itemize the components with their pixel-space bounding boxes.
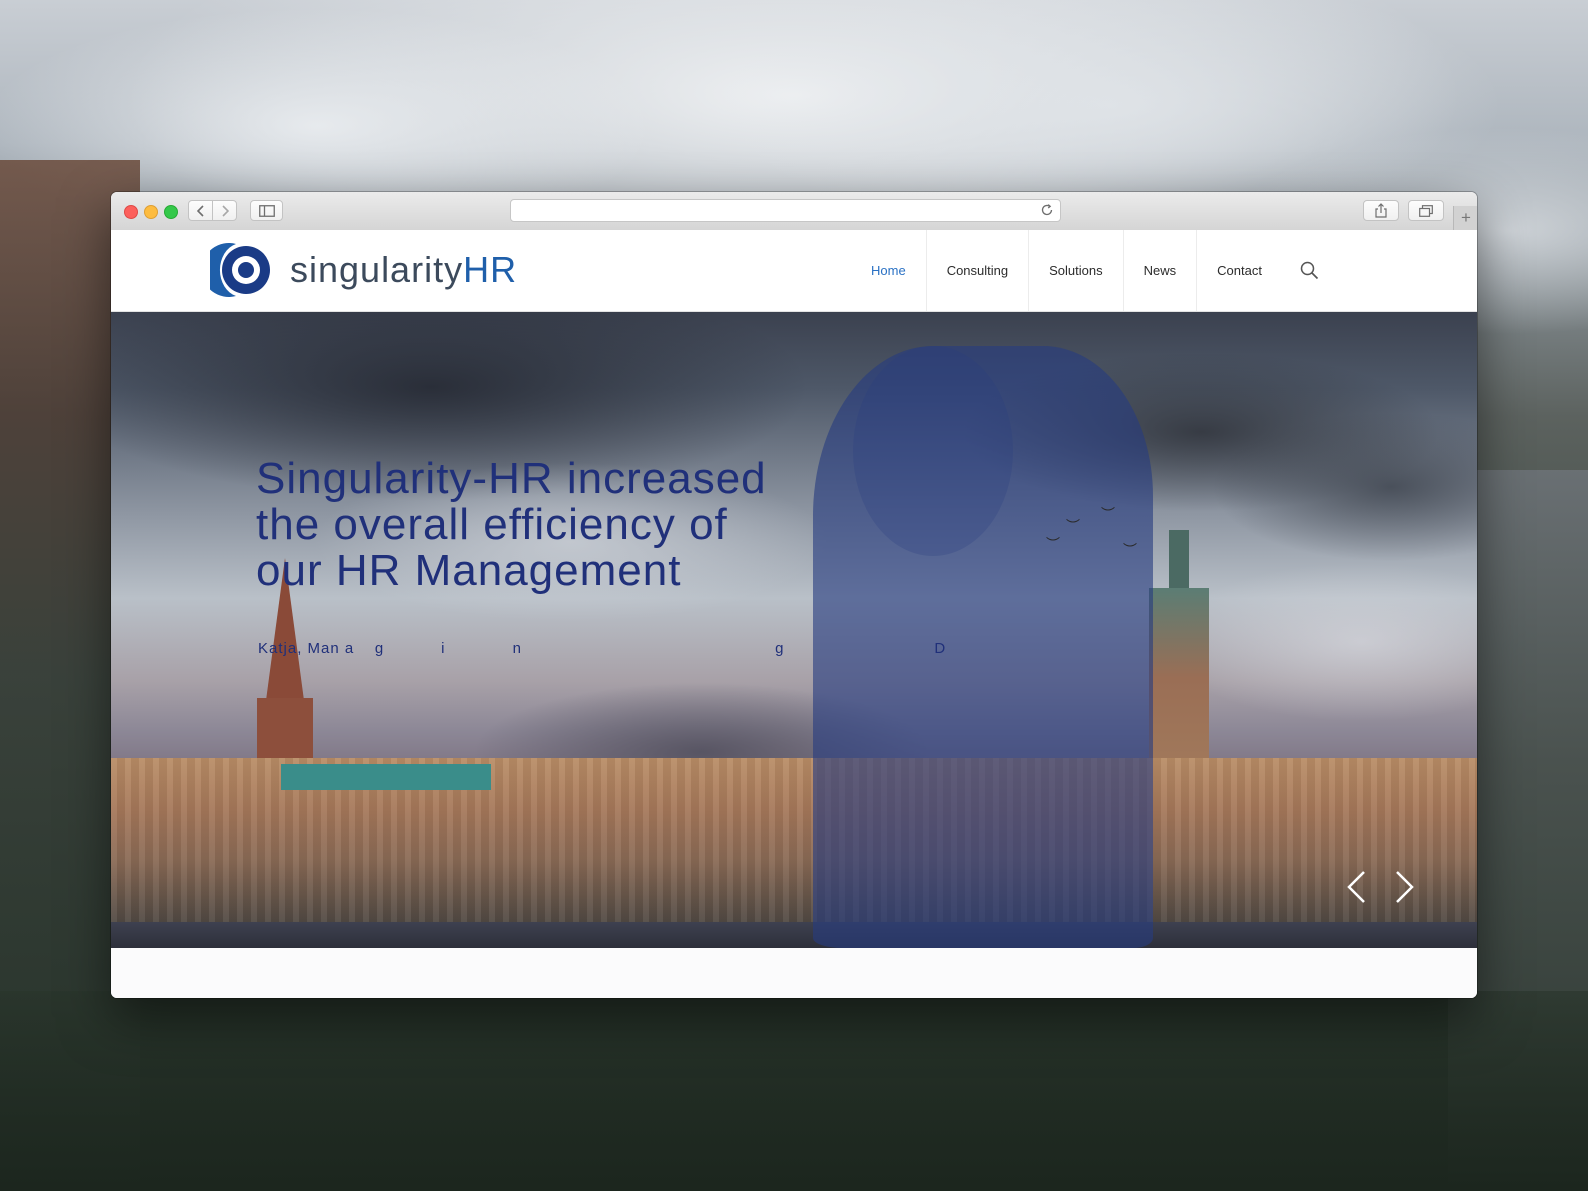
nav-item-home[interactable]: Home xyxy=(851,230,927,311)
hero-heading: Singularity-HR increased the overall eff… xyxy=(256,454,767,595)
logo-text-main: singularity xyxy=(290,249,464,290)
chevron-right-icon xyxy=(221,204,229,217)
slider-prev-button[interactable] xyxy=(1339,867,1373,907)
back-button[interactable] xyxy=(188,200,213,221)
chevron-left-icon xyxy=(196,204,204,217)
bird-icon: ︶ xyxy=(1123,542,1137,558)
forward-button[interactable] xyxy=(212,200,237,221)
show-tabs-button[interactable] xyxy=(1408,200,1444,221)
logo-wordmark: singularityHR xyxy=(290,252,517,288)
share-icon xyxy=(1375,203,1387,218)
town-hall-spire xyxy=(1169,530,1189,590)
site-logo[interactable]: singularityHR xyxy=(210,242,517,298)
nav-item-contact[interactable]: Contact xyxy=(1197,230,1282,311)
sidebar-toggle-button[interactable] xyxy=(250,200,283,221)
teal-roof xyxy=(281,764,491,790)
share-button[interactable] xyxy=(1363,200,1399,221)
bird-icon: ︶ xyxy=(1066,518,1080,534)
logo-text-accent: HR xyxy=(463,249,518,290)
slider-next-button[interactable] xyxy=(1388,867,1422,907)
nav-item-news[interactable]: News xyxy=(1124,230,1198,311)
nav-item-solutions[interactable]: Solutions xyxy=(1029,230,1124,311)
browser-window: + singularityHR Home Consulting Solution… xyxy=(111,192,1477,998)
reload-icon[interactable] xyxy=(1040,203,1054,217)
hero-caption: Katja, Man a g i n g D xyxy=(258,640,947,657)
close-window-button[interactable] xyxy=(124,205,138,219)
hero-slider: ︶ ︶ ︶ ︶ Singularity-HR increased the ove… xyxy=(111,312,1477,948)
lake-water xyxy=(111,922,1477,948)
bird-icon: ︶ xyxy=(1046,536,1060,552)
nav-search-button[interactable] xyxy=(1282,230,1337,311)
tabs-icon xyxy=(1419,204,1433,217)
browser-titlebar: + xyxy=(111,192,1477,231)
new-tab-button[interactable]: + xyxy=(1453,206,1477,230)
nav-item-consulting[interactable]: Consulting xyxy=(927,230,1030,311)
chevron-left-icon xyxy=(1347,871,1365,903)
search-icon xyxy=(1300,261,1319,280)
address-bar[interactable] xyxy=(510,199,1061,222)
bird-icon: ︶ xyxy=(1101,506,1115,522)
site-header: singularityHR Home Consulting Solutions … xyxy=(111,230,1477,312)
desktop-forest xyxy=(0,991,1588,1191)
page-content-area xyxy=(111,948,1477,998)
sidebar-icon xyxy=(258,204,275,217)
chevron-right-icon xyxy=(1396,871,1414,903)
main-nav: Home Consulting Solutions News Contact xyxy=(851,230,1337,311)
logo-mark-icon xyxy=(210,243,270,297)
zoom-window-button[interactable] xyxy=(164,205,178,219)
minimize-window-button[interactable] xyxy=(144,205,158,219)
